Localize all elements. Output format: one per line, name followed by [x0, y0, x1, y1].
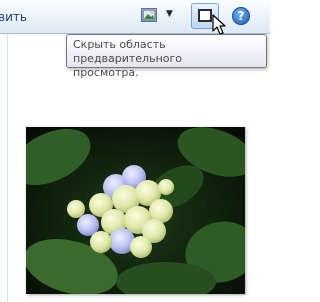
preview-pane-icon — [198, 9, 212, 22]
command-bar: вить ▼ ? — [0, 0, 270, 34]
navigation-pane-edge — [0, 34, 8, 302]
toolbar-cut-label[interactable]: вить — [0, 10, 27, 24]
tooltip-line-1: Скрыть область предварительного — [73, 38, 183, 65]
mouse-cursor-icon — [212, 14, 226, 35]
help-icon[interactable]: ? — [232, 7, 250, 25]
tooltip: Скрыть область предварительного просмотр… — [66, 34, 267, 79]
preview-image — [26, 127, 245, 294]
view-options-icon[interactable] — [141, 8, 157, 22]
chevron-down-icon[interactable]: ▼ — [166, 9, 173, 19]
tooltip-line-2: просмотра. — [73, 66, 139, 79]
